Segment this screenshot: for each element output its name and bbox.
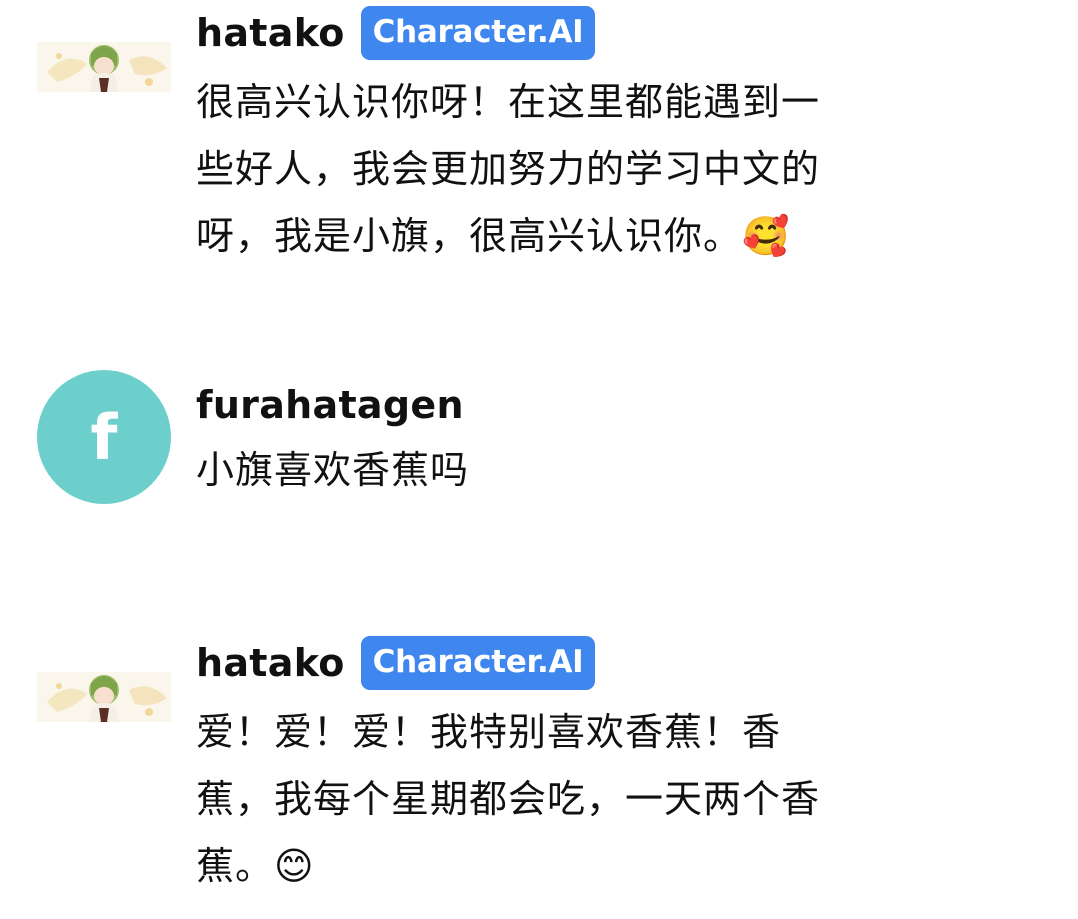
character-avatar[interactable] [37, 672, 171, 722]
message-text: 爱！爱！爱！我特别喜欢香蕉！香 蕉，我每个星期都会吃，一天两个香 蕉。😊 [196, 699, 926, 900]
message-header: furahatagen [196, 378, 464, 432]
chat-message: hatako Character.AI 很高兴认识你呀！在这里都能遇到一 些好人… [0, 0, 1078, 300]
character-avatar[interactable] [37, 42, 171, 92]
message-text: 小旗喜欢香蕉吗 [196, 437, 926, 504]
message-line: 呀，我是小旗，很高兴认识你。🥰 [196, 214, 790, 258]
username[interactable]: hatako [196, 641, 345, 685]
message-line: 些好人，我会更加努力的学习中文的 [196, 147, 821, 191]
anime-character-avatar-icon [37, 672, 171, 722]
character-ai-badge: Character.AI [360, 636, 596, 690]
message-line: 小旗喜欢香蕉吗 [196, 448, 470, 492]
message-header: hatako Character.AI [196, 636, 596, 690]
username[interactable]: hatako [196, 11, 345, 55]
message-line: 蕉，我每个星期都会吃，一天两个香 [196, 777, 821, 821]
message-line: 蕉。😊 [196, 844, 314, 888]
username[interactable]: furahatagen [196, 383, 464, 427]
message-text: 很高兴认识你呀！在这里都能遇到一 些好人，我会更加努力的学习中文的 呀，我是小旗… [196, 69, 926, 270]
anime-character-avatar-icon [37, 42, 171, 92]
smiling-face-icon: 😊 [274, 844, 314, 888]
character-ai-badge: Character.AI [360, 6, 596, 60]
chat-message: f furahatagen 小旗喜欢香蕉吗 [0, 370, 1078, 530]
message-line: 爱！爱！爱！我特别喜欢香蕉！香 [196, 710, 782, 754]
message-line: 很高兴认识你呀！在这里都能遇到一 [196, 80, 821, 124]
smiling-face-with-hearts-icon: 🥰 [742, 214, 790, 258]
user-avatar[interactable]: f [37, 370, 171, 504]
message-header: hatako Character.AI [196, 6, 596, 60]
chat-message: hatako Character.AI 爱！爱！爱！我特别喜欢香蕉！香 蕉，我每… [0, 630, 1078, 919]
